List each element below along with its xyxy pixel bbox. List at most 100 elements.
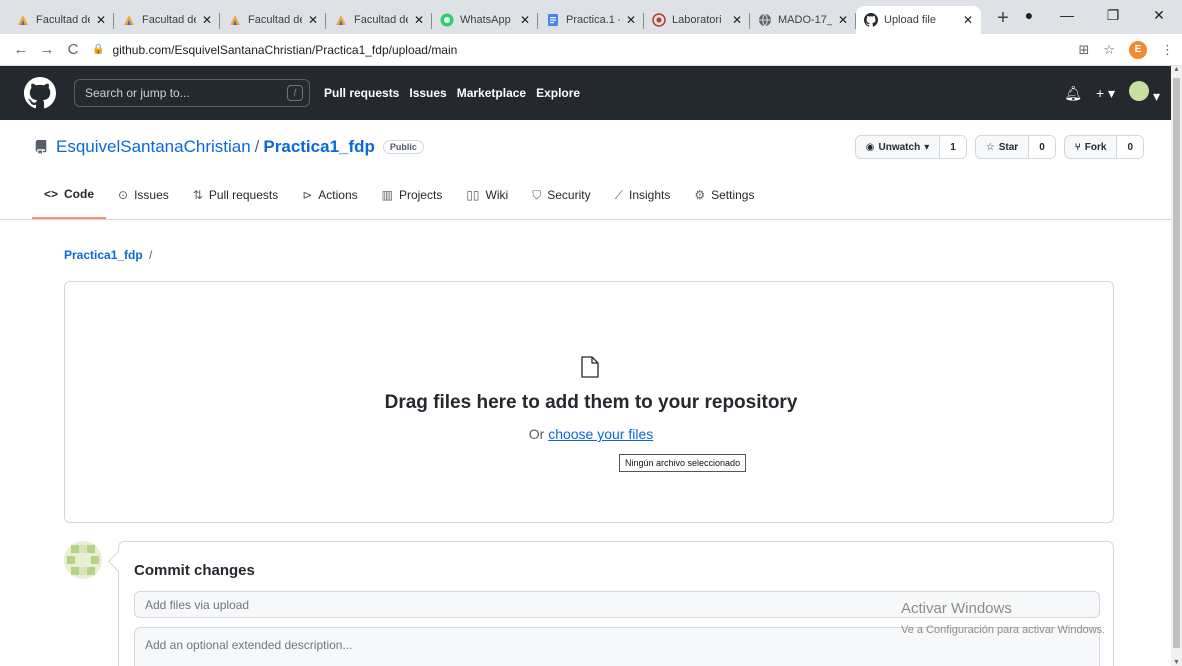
star-button[interactable]: ☆ Star 0 <box>974 135 1056 159</box>
close-icon[interactable]: ✕ <box>624 13 638 27</box>
close-icon[interactable]: ✕ <box>961 13 975 27</box>
tab-title: Facultad de <box>354 14 408 26</box>
star-count[interactable]: 0 <box>1028 136 1055 158</box>
search-input[interactable]: Search or jump to... / <box>74 79 310 107</box>
tab-title: Facultad de <box>248 14 302 26</box>
close-icon[interactable]: ✕ <box>412 13 426 27</box>
nav-issues[interactable]: Issues <box>409 86 446 100</box>
browser-tab[interactable]: Practica.1 - ✕ <box>538 6 644 34</box>
browser-tab[interactable]: WhatsApp ✕ <box>432 6 538 34</box>
search-placeholder: Search or jump to... <box>85 86 190 100</box>
no-file-tooltip: Ningún archivo seleccionado <box>619 454 747 472</box>
repo-name-link[interactable]: Practica1_fdp <box>263 137 375 157</box>
gear-icon: ⚙ <box>694 188 706 202</box>
repo-owner-link[interactable]: EsquivelSantanaChristian <box>56 137 251 157</box>
tab-code[interactable]: <> Code <box>32 183 107 219</box>
global-nav: Pull requests Issues Marketplace Explore <box>324 86 580 100</box>
issue-icon: ⊙ <box>118 188 129 202</box>
close-icon[interactable]: ✕ <box>94 13 108 27</box>
translate-icon[interactable]: ⊞ <box>1078 42 1089 58</box>
windows-activation-watermark: Activar Windows <box>901 600 1012 617</box>
nav-marketplace[interactable]: Marketplace <box>457 86 526 100</box>
chevron-down-icon: ▾ <box>924 141 930 153</box>
user-menu[interactable]: ▾ <box>1129 81 1160 105</box>
record-icon[interactable]: ● <box>1014 7 1044 23</box>
breadcrumb-repo-link[interactable]: Practica1_fdp <box>64 248 143 262</box>
unam-icon <box>334 13 348 27</box>
shield-icon: ⛉ <box>532 187 542 202</box>
tab-settings[interactable]: ⚙ Settings <box>682 183 766 219</box>
tab-wiki[interactable]: ▯▯ Wiki <box>454 183 520 219</box>
github-icon <box>864 13 878 27</box>
url-text: github.com/EsquivelSantanaChristian/Prac… <box>112 42 458 57</box>
page-scrollbar[interactable]: ▲ ▼ <box>1171 66 1182 666</box>
choose-files-link[interactable]: choose your files <box>548 426 653 442</box>
new-tab-button[interactable]: + <box>991 7 1015 30</box>
breadcrumb: Practica1_fdp / <box>64 248 152 262</box>
play-icon: ⊳ <box>302 188 313 202</box>
drag-instructions: Drag files here to add them to your repo… <box>384 392 798 413</box>
create-new-dropdown[interactable]: + ▾ <box>1096 85 1115 102</box>
fork-button[interactable]: ⑂ Fork 0 <box>1063 135 1144 159</box>
lab-icon <box>652 13 666 27</box>
star-bookmark-icon[interactable]: ☆ <box>1103 42 1115 58</box>
tab-actions[interactable]: ⊳ Actions <box>290 183 369 219</box>
close-icon[interactable]: ✕ <box>306 13 320 27</box>
reload-icon[interactable]: C <box>60 41 86 58</box>
browser-tab[interactable]: Facultad de ✕ <box>114 6 220 34</box>
github-logo-icon[interactable] <box>24 77 56 109</box>
close-window-icon[interactable]: ✕ <box>1136 7 1182 24</box>
visibility-badge: Public <box>382 140 424 154</box>
browser-tab[interactable]: Laboratori ✕ <box>644 6 750 34</box>
nav-explore[interactable]: Explore <box>536 86 580 100</box>
menu-kebab-icon[interactable]: ⋮ <box>1161 42 1174 58</box>
tab-label: Issues <box>134 188 169 202</box>
watch-button[interactable]: ◉ Unwatch ▾ 1 <box>854 135 967 159</box>
url-field[interactable]: 🔒 github.com/EsquivelSantanaChristian/Pr… <box>92 37 1068 63</box>
browser-tab[interactable]: Facultad de ✕ <box>326 6 432 34</box>
lock-icon[interactable]: 🔒 <box>92 44 104 55</box>
tab-label: Actions <box>318 188 358 202</box>
repo-icon <box>35 140 47 154</box>
tab-title: Laboratori <box>672 14 722 26</box>
browser-tab[interactable]: Facultad de ✕ <box>8 6 114 34</box>
tab-projects[interactable]: ▥ Projects <box>370 183 455 219</box>
repo-title: EsquivelSantanaChristian / Practica1_fdp… <box>34 137 424 157</box>
tab-pull-requests[interactable]: ⇅ Pull requests <box>181 183 290 219</box>
breadcrumb-separator: / <box>149 248 153 262</box>
scroll-down-icon[interactable]: ▼ <box>1171 659 1182 666</box>
address-bar-actions: ⊞ ☆ E ⋮ <box>1078 40 1174 59</box>
forward-arrow-icon[interactable]: → <box>34 41 60 58</box>
close-icon[interactable]: ✕ <box>200 13 214 27</box>
windows-activation-hint: Ve a Configuración para activar Windows. <box>901 624 1106 636</box>
tab-issues[interactable]: ⊙ Issues <box>106 183 181 219</box>
github-header: Search or jump to... / Pull requests Iss… <box>0 66 1182 120</box>
choose-files-line: Or choose your files <box>0 426 1182 442</box>
minimize-icon[interactable]: — <box>1044 7 1090 23</box>
tab-label: Settings <box>711 188 755 202</box>
tab-title: Facultad de <box>142 14 196 26</box>
watch-count[interactable]: 1 <box>939 136 966 158</box>
close-icon[interactable]: ✕ <box>730 13 744 27</box>
tab-title: Facultad de <box>36 14 90 26</box>
tab-title: MADO-17_ <box>778 14 832 26</box>
fork-count[interactable]: 0 <box>1116 136 1143 158</box>
scrollbar-thumb[interactable] <box>1173 78 1180 648</box>
browser-tab-active[interactable]: Upload file ✕ <box>856 6 981 34</box>
globe-icon <box>758 13 772 27</box>
close-icon[interactable]: ✕ <box>836 13 850 27</box>
scroll-up-icon[interactable]: ▲ <box>1171 66 1182 73</box>
star-label: Star <box>998 141 1019 153</box>
profile-avatar[interactable]: E <box>1129 40 1147 59</box>
back-arrow-icon[interactable]: ← <box>8 41 34 58</box>
unam-icon <box>16 13 30 27</box>
maximize-icon[interactable]: ❐ <box>1090 7 1136 24</box>
tab-security[interactable]: ⛉ Security <box>520 183 602 219</box>
browser-tab[interactable]: Facultad de ✕ <box>220 6 326 34</box>
nav-pull-requests[interactable]: Pull requests <box>324 86 399 100</box>
tab-insights[interactable]: ⟋ Insights <box>603 183 683 219</box>
close-icon[interactable]: ✕ <box>518 13 532 27</box>
bell-icon[interactable]: 🔔︎ <box>1064 85 1082 102</box>
browser-tab[interactable]: MADO-17_ ✕ <box>750 6 856 34</box>
eye-icon: ◉ <box>865 141 875 153</box>
